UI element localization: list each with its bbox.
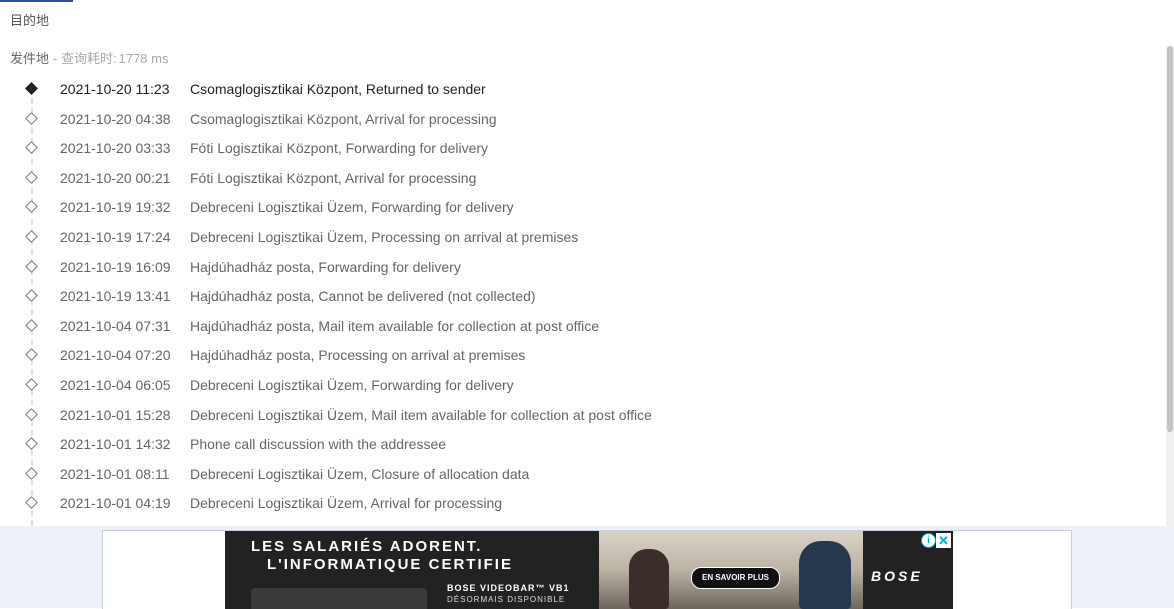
status-diamond-icon	[25, 466, 38, 480]
event-description: Debreceni Logisztikai Üzem, Arrival for …	[190, 495, 503, 512]
event-time: 2021-10-04 07:31	[60, 317, 171, 334]
ad-frame: LES SALARIÉS ADORENT. L'INFORMATIQUE CER…	[102, 530, 1072, 609]
ad-close-icon[interactable]: ✕	[936, 533, 951, 548]
bose-logo: BOSE	[871, 568, 923, 584]
event-description: Csomaglogisztikai Központ, Returned to s…	[190, 81, 486, 97]
event-time: 2021-10-01 14:32	[60, 436, 171, 453]
event-description: Debreceni Logisztikai Üzem, Forwarding f…	[190, 199, 514, 216]
ad-cta-button[interactable]: EN SAVOIR PLUS	[691, 567, 780, 589]
query-time-label: 查询耗时:	[60, 51, 117, 66]
timeline-event: 2021-10-19 17:24 Debreceni Logisztikai Üz…	[0, 222, 1160, 252]
event-time: 2021-10-19 17:24	[60, 229, 171, 245]
timeline-event: 2021-10-20 04:38 Csomaglogisztikai Közpon…	[0, 104, 1160, 134]
event-time: 2021-10-19 19:32	[60, 199, 171, 216]
timeline-event: 2021-10-20 00:21 Fóti Logisztikai Központ…	[0, 163, 1160, 193]
ad-headline-2: L'INFORMATIQUE CERTIFIE	[267, 556, 513, 573]
event-time: 2021-10-19 16:09	[60, 258, 171, 275]
status-diamond-icon	[25, 318, 38, 332]
status-diamond-icon	[25, 259, 38, 273]
timeline-event: 2021-10-20 11:23 Csomaglogisztikai Közpon…	[0, 74, 1160, 104]
event-description: Fóti Logisztikai Központ, Arrival for pr…	[190, 169, 477, 186]
status-diamond-icon	[25, 111, 38, 125]
ad-banner[interactable]: LES SALARIÉS ADORENT. L'INFORMATIQUE CER…	[225, 531, 953, 609]
timeline-event: 2021-10-04 07:31 Hajdúhadház posta, Mail …	[0, 311, 1160, 341]
event-description: Csomaglogisztikai Központ, Arrival for p…	[190, 110, 497, 127]
event-time: 2021-10-20 04:38	[60, 110, 171, 127]
event-time: 2021-10-04 06:05	[60, 377, 171, 393]
status-diamond-icon	[25, 170, 38, 184]
event-description: Phone call discussion with the addressee	[190, 436, 447, 453]
timeline-event: 2021-10-01 15:28 Debreceni Logisztikai Üz…	[0, 400, 1160, 430]
event-time: 2021-10-01 04:19	[60, 495, 171, 512]
ad-person-image	[799, 541, 851, 609]
event-time: 2021-10-01 15:28	[60, 406, 171, 423]
status-diamond-icon	[25, 289, 38, 303]
ad-headline-1: LES SALARIÉS ADORENT.	[251, 538, 483, 555]
tracking-timeline: 2021-10-20 11:23 Csomaglogisztikai Közpon…	[0, 74, 1168, 526]
timeline-event: 2021-10-01 08:11 Debreceni Logisztikai Üz…	[0, 459, 1160, 489]
ad-photo: EN SAVOIR PLUS	[599, 531, 863, 609]
timeline-event: 2021-10-01 04:19 Debreceni Logisztikai Üz…	[0, 488, 1160, 518]
status-diamond-icon	[25, 230, 38, 243]
timeline-event: 2021-10-01 14:32 Phone call discussion wi…	[0, 429, 1160, 459]
current-status-diamond-icon	[25, 82, 38, 95]
status-diamond-icon	[25, 200, 38, 214]
ad-zone: LES SALARIÉS ADORENT. L'INFORMATIQUE CER…	[0, 526, 1174, 609]
ad-person-image	[629, 549, 669, 609]
ad-product-name: BOSE VIDEOBAR™ VB1	[447, 583, 570, 593]
scrollbar-thumb[interactable]	[1167, 46, 1173, 432]
event-time: 2021-10-19 13:41	[60, 288, 171, 305]
timeline-event: 2021-10-20 03:33 Fóti Logisztikai Központ…	[0, 133, 1160, 163]
active-tab-indicator	[0, 0, 73, 2]
event-time: 2021-10-20 03:33	[60, 140, 171, 157]
origin-label: 发件地	[10, 51, 50, 66]
event-description: Hajdúhadház posta, Mail item available f…	[190, 317, 600, 334]
status-diamond-icon	[25, 407, 38, 421]
status-diamond-icon	[25, 378, 38, 391]
event-time: 2021-10-04 07:20	[60, 347, 171, 364]
event-time: 2021-10-01 08:11	[60, 465, 170, 482]
event-description: Fóti Logisztikai Központ, Forwarding for…	[190, 140, 489, 157]
status-diamond-icon	[25, 348, 38, 362]
origin-separator: -	[53, 51, 58, 66]
videobar-image	[251, 588, 427, 609]
timeline-event: 2021-10-04 07:20 Hajdúhadház posta, Proce…	[0, 340, 1160, 370]
event-description: Debreceni Logisztikai Üzem, Mail item av…	[190, 406, 652, 423]
status-diamond-icon	[25, 141, 38, 155]
event-description: Hajdúhadház posta, Processing on arrival…	[190, 347, 526, 364]
event-description: Debreceni Logisztikai Üzem, Processing o…	[190, 229, 579, 245]
event-description: Debreceni Logisztikai Üzem, Closure of a…	[190, 465, 530, 482]
timeline-event: 2021-10-04 06:05 Debreceni Logisztikai Üz…	[0, 370, 1160, 400]
status-diamond-icon	[25, 437, 38, 451]
query-time-value: 1778 ms	[118, 51, 169, 66]
ad-info-icon[interactable]: i	[921, 533, 936, 548]
timeline-event: 2021-10-19 13:41 Hajdúhadház posta, Canno…	[0, 281, 1160, 311]
timeline-event: 2021-10-19 19:32 Debreceni Logisztikai Üz…	[0, 192, 1160, 222]
ad-subline: DÉSORMAIS DISPONIBLE	[447, 595, 566, 604]
status-diamond-icon	[25, 496, 38, 510]
timeline-event: 2021-10-19 16:09 Hajdúhadház posta, Forwa…	[0, 252, 1160, 282]
event-description: Hajdúhadház posta, Forwarding for delive…	[190, 258, 461, 275]
event-description: Hajdúhadház posta, Cannot be delivered (…	[190, 288, 536, 305]
origin-header: 发件地 - 查询耗时: 1778 ms	[10, 48, 168, 67]
event-time: 2021-10-20 11:23	[60, 81, 170, 97]
event-time: 2021-10-20 00:21	[60, 169, 171, 186]
event-description: Debreceni Logisztikai Üzem, Forwarding f…	[190, 377, 514, 393]
destination-label: 目的地	[10, 13, 50, 28]
